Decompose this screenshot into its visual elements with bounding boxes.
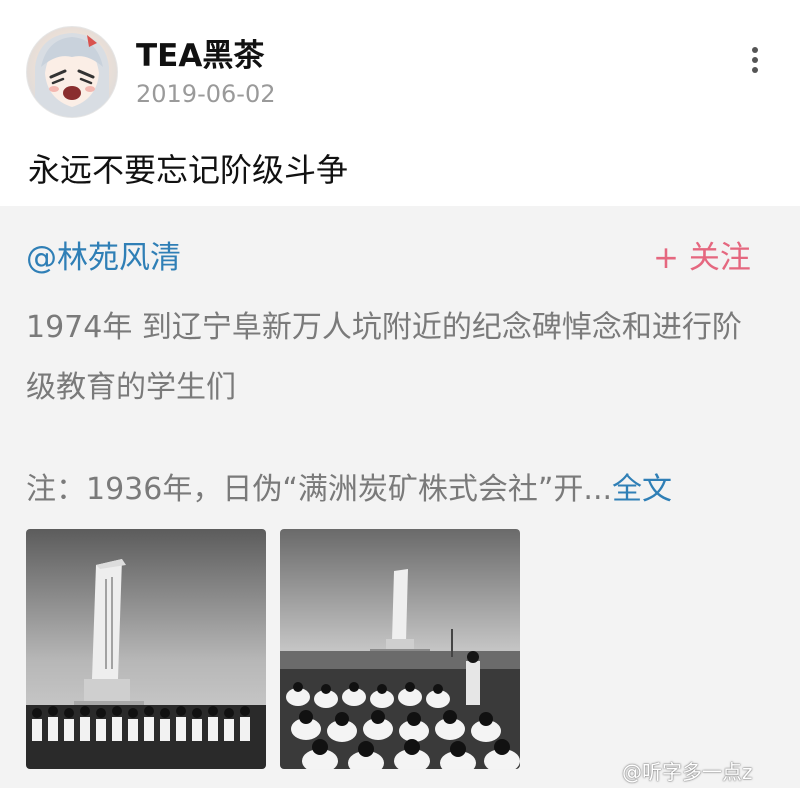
username[interactable]: TEA黑茶: [136, 30, 264, 75]
more-options-button[interactable]: [742, 44, 768, 84]
more-vertical-icon: [752, 47, 758, 53]
note-text: 注：1936年，日伪“满洲炭矿株式会社”开...全文: [26, 464, 672, 508]
post-date: 2019-06-02: [136, 80, 276, 108]
full-text-link[interactable]: 全文: [612, 472, 672, 507]
reposted-card[interactable]: @林苑风清 + 关注 1974年 到辽宁阜新万人坑附近的纪念碑悼念和进行阶级教育…: [0, 206, 800, 788]
original-user-link[interactable]: @林苑风清: [26, 232, 181, 277]
photo-monument-1[interactable]: [26, 529, 266, 769]
note-preview: 注：1936年，日伪“满洲炭矿株式会社”开...: [26, 472, 613, 507]
more-vertical-icon-dot: [752, 57, 758, 63]
post-header: TEA黑茶 2019-06-02 永远不要忘记阶级斗争: [0, 0, 800, 206]
photo-monument-2[interactable]: [280, 529, 520, 769]
students-photo-image: [280, 529, 520, 769]
anime-avatar-icon: [35, 33, 109, 117]
monument-photo-image: [26, 529, 266, 769]
follow-button[interactable]: + 关注: [653, 232, 751, 277]
watermark: @听字多一点z: [622, 760, 753, 784]
more-vertical-icon-dot: [752, 67, 758, 73]
post-text: 永远不要忘记阶级斗争: [28, 151, 349, 189]
original-post-text: 1974年 到辽宁阜新万人坑附近的纪念碑悼念和进行阶级教育的学生们: [26, 310, 742, 405]
avatar[interactable]: [26, 26, 118, 118]
